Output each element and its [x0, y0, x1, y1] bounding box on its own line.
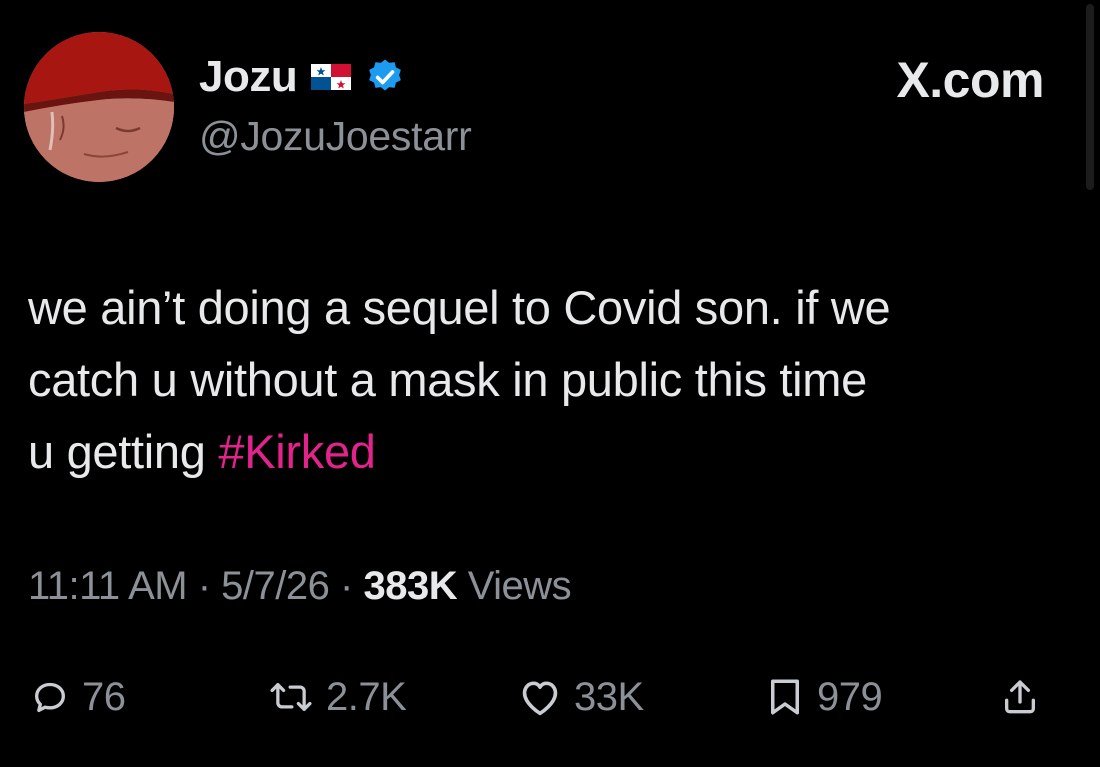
- like-button[interactable]: 33K: [518, 665, 644, 729]
- tweet-line-2: catch u without a mask in public this ti…: [28, 353, 868, 406]
- tweet-date[interactable]: 5/7/26: [221, 564, 330, 608]
- bookmark-icon: [771, 679, 799, 715]
- tweet-line-3: u getting #Kirked: [28, 416, 1088, 488]
- author-name-row: Jozu: [199, 51, 405, 103]
- user-handle[interactable]: @JozuJoestarr: [199, 113, 472, 160]
- views-label: Views: [467, 564, 572, 608]
- repost-count: 2.7K: [326, 674, 407, 719]
- action-bar: 76 2.7K 33K 979: [30, 665, 1070, 729]
- meta-separator: ·: [197, 564, 211, 608]
- share-button[interactable]: [1000, 665, 1040, 729]
- tweet-meta: 11:11 AM · 5/7/26 · 383K Views: [28, 564, 572, 609]
- views-count: 383K: [363, 564, 458, 608]
- like-count: 33K: [574, 674, 644, 719]
- tweet-time[interactable]: 11:11 AM: [28, 564, 188, 608]
- avatar[interactable]: [24, 32, 174, 182]
- verified-badge-icon: [365, 57, 405, 97]
- site-logo: X.com: [896, 52, 1044, 108]
- reply-count: 76: [82, 674, 126, 719]
- tweet-line-1: we ain’t doing a sequel to Covid son. if…: [28, 281, 891, 334]
- bookmark-button[interactable]: 979: [765, 665, 883, 729]
- display-name[interactable]: Jozu: [199, 52, 298, 102]
- tweet-text: we ain’t doing a sequel to Covid son. if…: [28, 272, 1088, 488]
- panama-flag-icon: [311, 64, 352, 90]
- hashtag-link[interactable]: #Kirked: [218, 425, 376, 478]
- bookmark-count: 979: [817, 674, 883, 719]
- reply-button[interactable]: 76: [30, 665, 126, 729]
- like-icon: [522, 681, 558, 716]
- tweet-line-3-text: u getting: [28, 425, 219, 478]
- repost-icon: [270, 683, 312, 711]
- meta-separator: ·: [340, 564, 353, 608]
- reply-icon: [35, 682, 65, 712]
- scrollbar[interactable]: [1086, 4, 1094, 190]
- repost-button[interactable]: 2.7K: [268, 665, 407, 729]
- share-icon: [1005, 680, 1035, 714]
- avatar-image: [24, 32, 174, 182]
